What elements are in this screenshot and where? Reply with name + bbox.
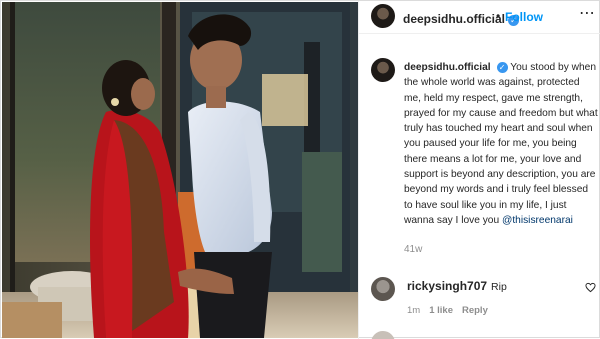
separator-dot: • (496, 9, 501, 23)
comment-text: Rip (491, 281, 507, 293)
caption-verified-badge-icon: ✓ (496, 62, 508, 73)
comment-reply-button[interactable]: Reply (462, 305, 488, 316)
post-photo-image (2, 2, 358, 338)
post-details-panel: deepsidhu.official ✓ • Follow ⋯ deepsidhu… (358, 1, 600, 339)
like-comment-heart-icon[interactable] (585, 282, 596, 293)
comment-meta: 1m 1 like Reply (407, 305, 497, 316)
post-header: deepsidhu.official ✓ • Follow ⋯ (359, 1, 600, 34)
comment-item: rickysingh707 Rip (407, 279, 507, 293)
author-username: deepsidhu.official (403, 12, 506, 26)
commenter-username[interactable]: rickysingh707 (407, 279, 487, 293)
more-options-icon[interactable]: ⋯ (579, 3, 596, 23)
caption-author-avatar[interactable] (371, 58, 395, 82)
caption-username[interactable]: deepsidhu.official (404, 62, 491, 73)
follow-button[interactable]: Follow (505, 10, 543, 24)
author-avatar[interactable] (371, 4, 395, 28)
caption-text: You stood by when the whole world was ag… (404, 62, 598, 226)
comment-likes[interactable]: 1 like (429, 305, 453, 316)
commenter-avatar[interactable] (371, 277, 395, 301)
post-photo[interactable] (2, 2, 358, 338)
comment-time[interactable]: 1m (407, 305, 420, 316)
author-username-link[interactable]: deepsidhu.official ✓ (403, 10, 520, 28)
post-modal: deepsidhu.official ✓ • Follow ⋯ deepsidhu… (0, 0, 600, 339)
post-caption: deepsidhu.official ✓ You stood by when th… (404, 60, 599, 228)
post-time-ago[interactable]: 41w (404, 244, 422, 255)
caption-mention-link[interactable]: @thisisreenarai (502, 215, 573, 226)
